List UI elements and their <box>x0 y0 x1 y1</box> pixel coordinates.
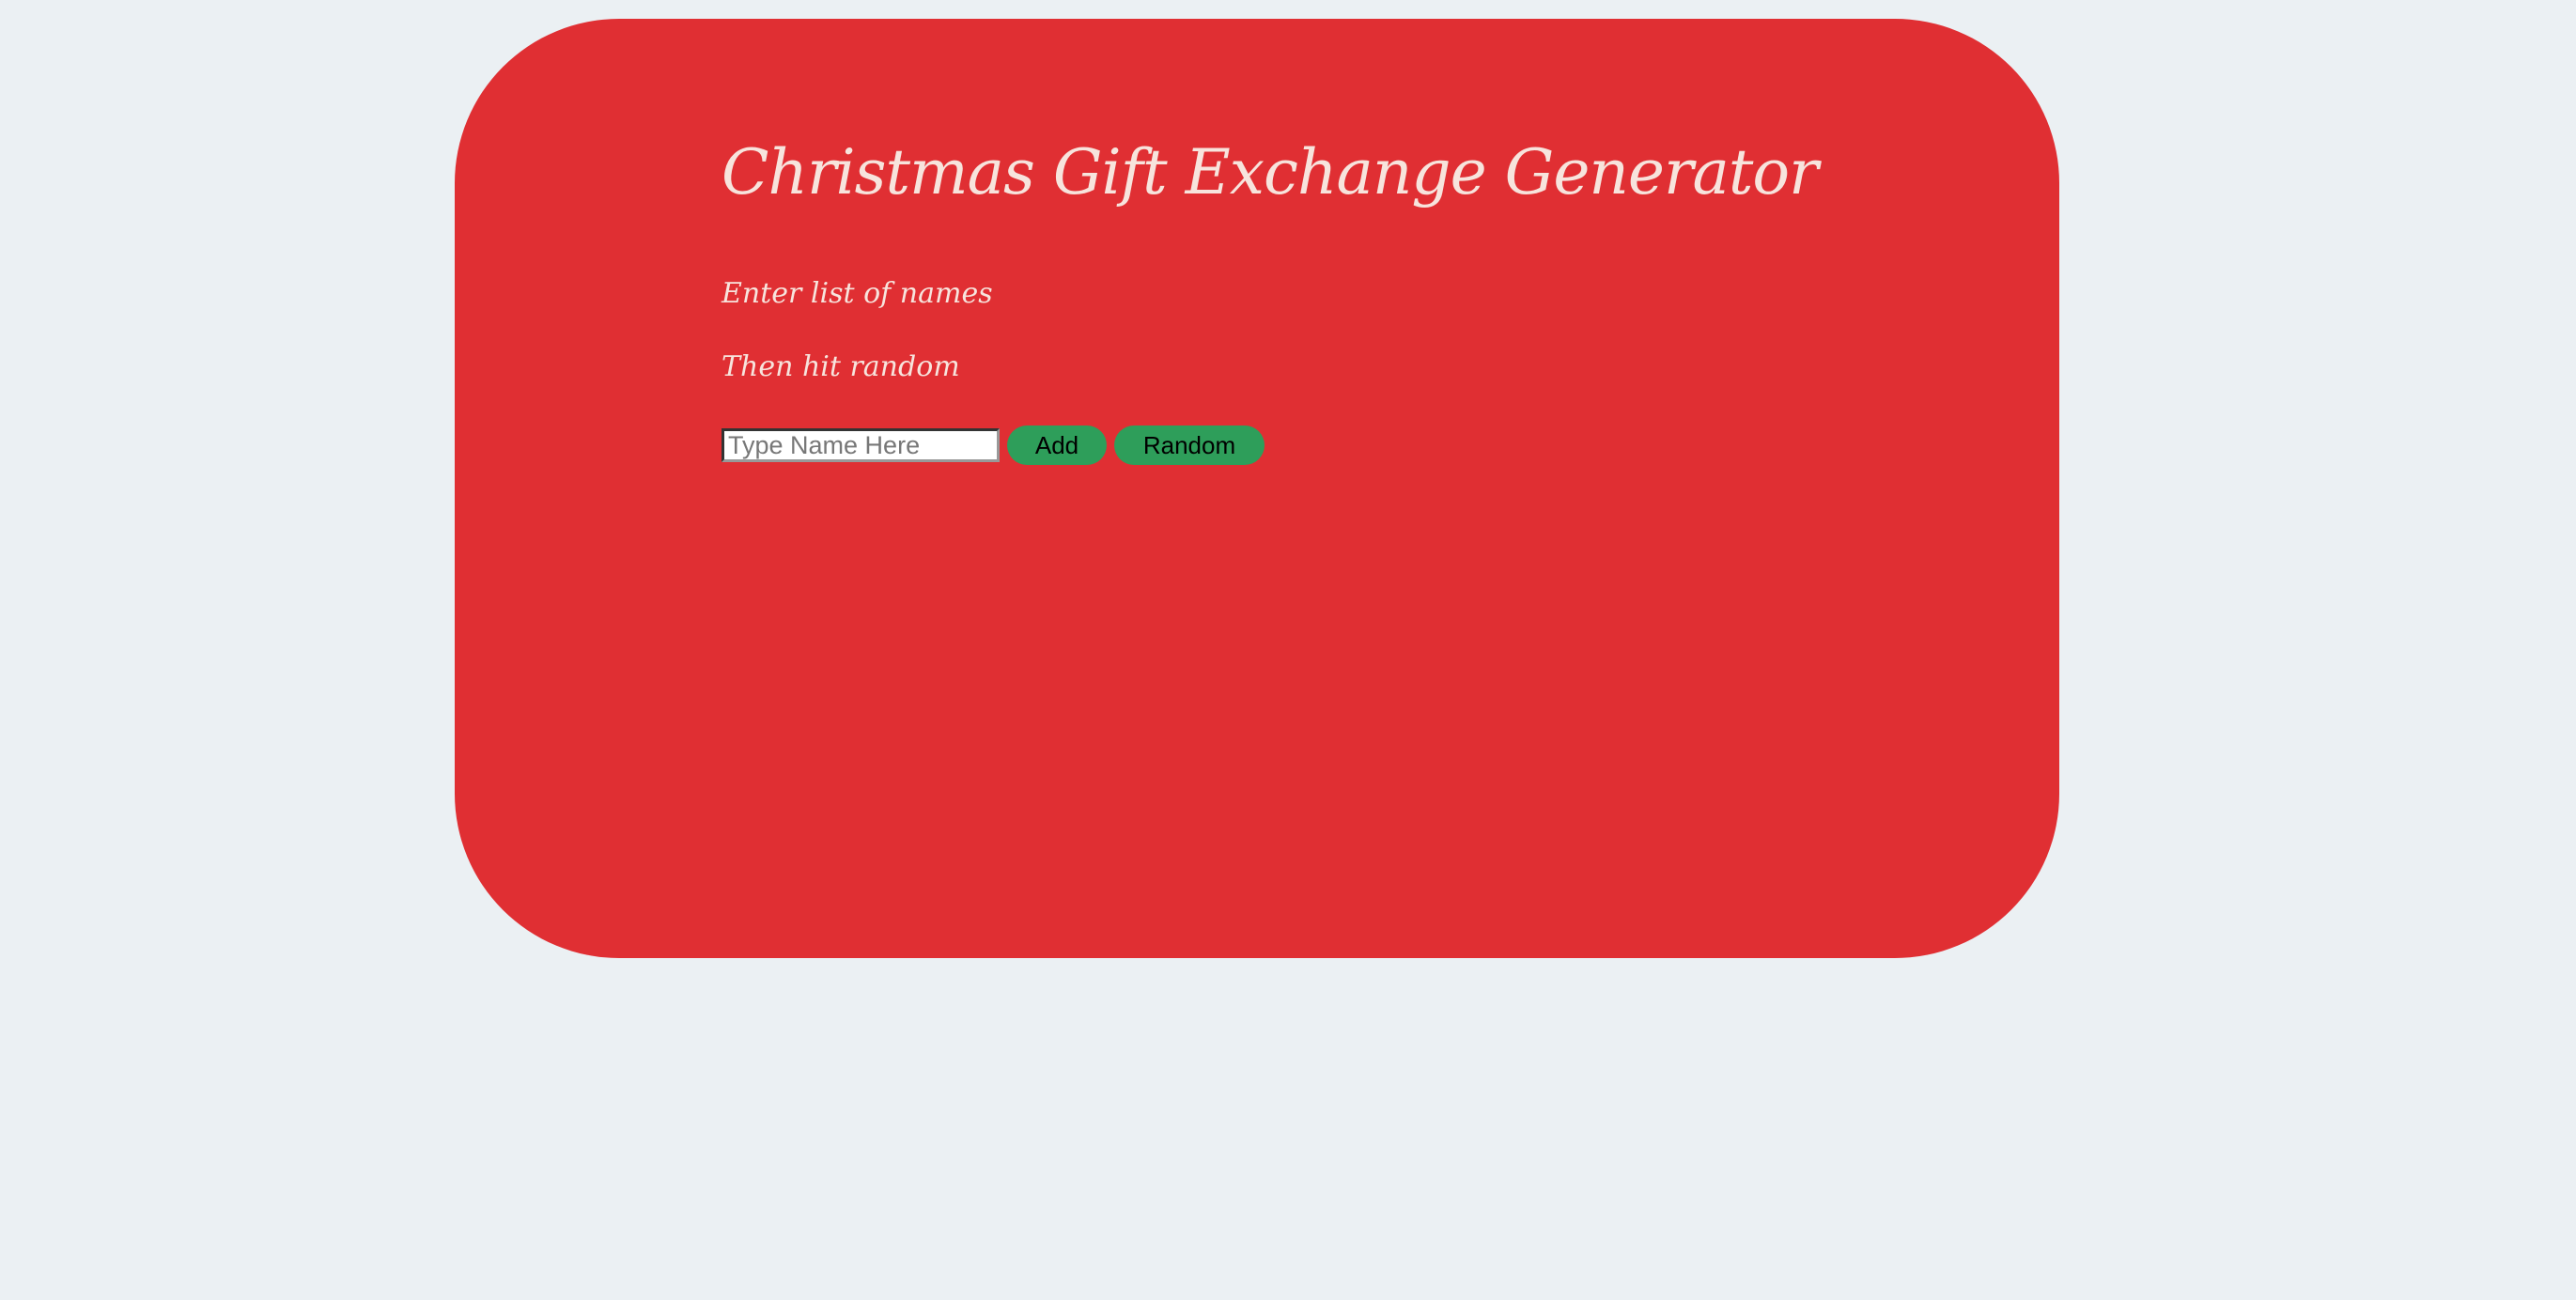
name-controls: Add Random <box>722 426 1265 465</box>
random-button[interactable]: Random <box>1114 426 1265 465</box>
card-content: Christmas Gift Exchange Generator Enter … <box>722 136 1819 465</box>
page-title: Christmas Gift Exchange Generator <box>722 136 1819 209</box>
add-button[interactable]: Add <box>1007 426 1107 465</box>
name-input[interactable] <box>722 428 1000 462</box>
instruction-hit-random: Then hit random <box>722 350 960 383</box>
instruction-enter-names: Enter list of names <box>722 277 993 310</box>
generator-card: Christmas Gift Exchange Generator Enter … <box>455 19 2059 958</box>
